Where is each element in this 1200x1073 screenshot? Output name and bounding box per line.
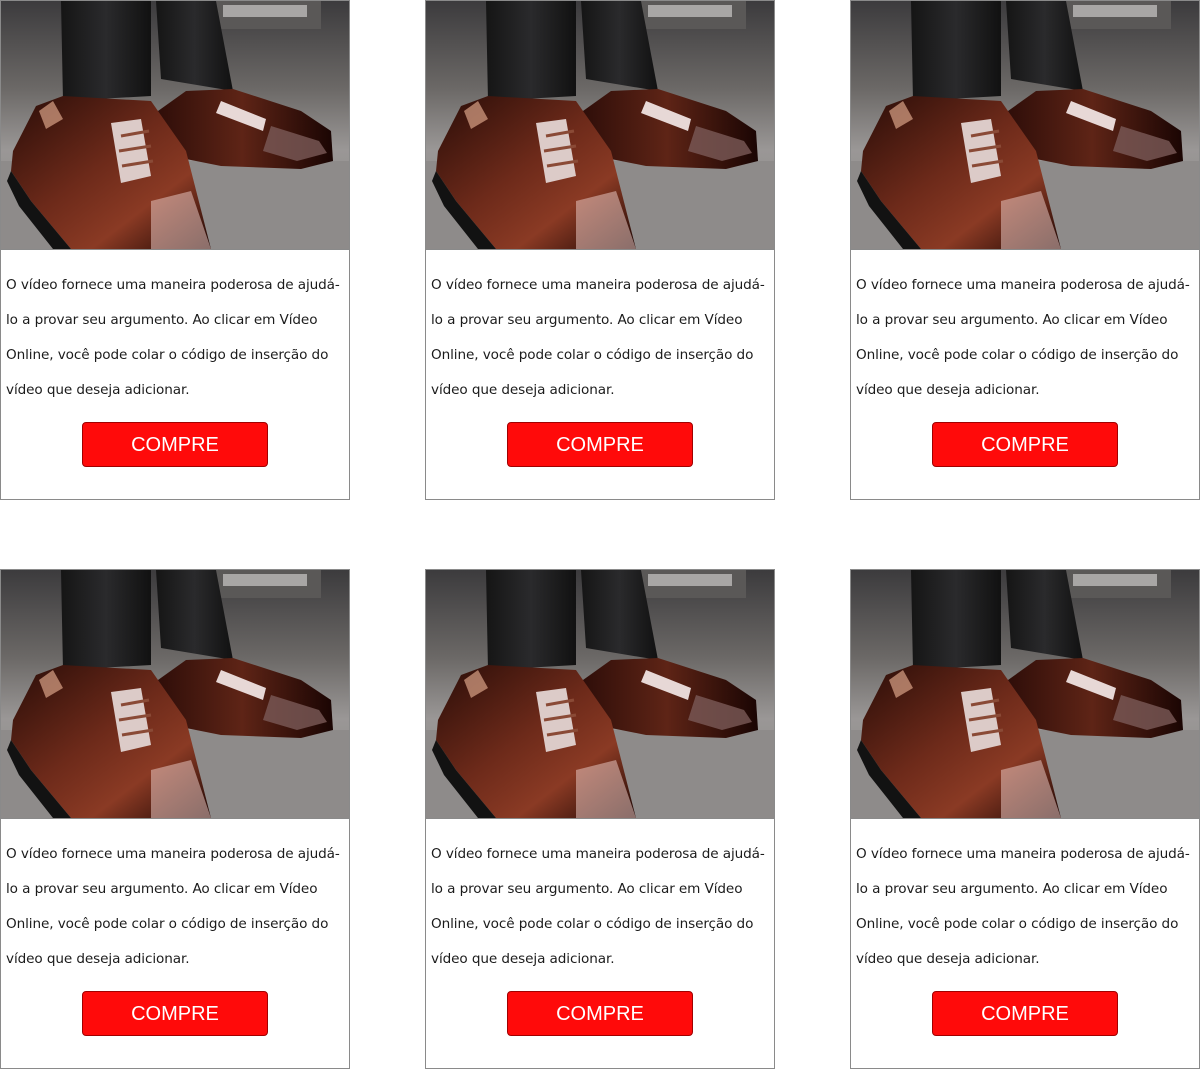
buy-button[interactable]: COMPRE xyxy=(507,422,693,467)
product-description: O vídeo fornece uma maneira poderosa de … xyxy=(856,846,1190,967)
product-description: O vídeo fornece uma maneira poderosa de … xyxy=(6,846,340,967)
shoe-photo-image xyxy=(1,570,349,818)
product-image xyxy=(426,1,774,249)
product-image xyxy=(851,570,1199,818)
product-description: O vídeo fornece uma maneira poderosa de … xyxy=(431,277,765,398)
product-grid: O vídeo fornece uma maneira poderosa de … xyxy=(0,0,1200,1073)
product-description: O vídeo fornece uma maneira poderosa de … xyxy=(431,846,765,967)
product-card: O vídeo fornece uma maneira poderosa de … xyxy=(850,569,1200,1069)
buy-button[interactable]: COMPRE xyxy=(932,991,1118,1036)
product-description: O vídeo fornece uma maneira poderosa de … xyxy=(856,277,1190,398)
buy-button[interactable]: COMPRE xyxy=(82,422,268,467)
product-image xyxy=(851,1,1199,249)
shoe-photo-image xyxy=(426,1,774,249)
buy-button[interactable]: COMPRE xyxy=(82,991,268,1036)
shoe-photo-image xyxy=(426,570,774,818)
product-description: O vídeo fornece uma maneira poderosa de … xyxy=(6,277,340,398)
product-image xyxy=(426,570,774,818)
shoe-photo-image xyxy=(1,1,349,249)
product-card: O vídeo fornece uma maneira poderosa de … xyxy=(425,0,775,500)
product-image xyxy=(1,570,349,818)
shoe-photo-image xyxy=(851,1,1199,249)
product-image xyxy=(1,1,349,249)
product-card: O vídeo fornece uma maneira poderosa de … xyxy=(850,0,1200,500)
product-card: O vídeo fornece uma maneira poderosa de … xyxy=(0,0,350,500)
product-card: O vídeo fornece uma maneira poderosa de … xyxy=(425,569,775,1069)
buy-button[interactable]: COMPRE xyxy=(932,422,1118,467)
shoe-photo-image xyxy=(851,570,1199,818)
product-card: O vídeo fornece uma maneira poderosa de … xyxy=(0,569,350,1069)
buy-button[interactable]: COMPRE xyxy=(507,991,693,1036)
